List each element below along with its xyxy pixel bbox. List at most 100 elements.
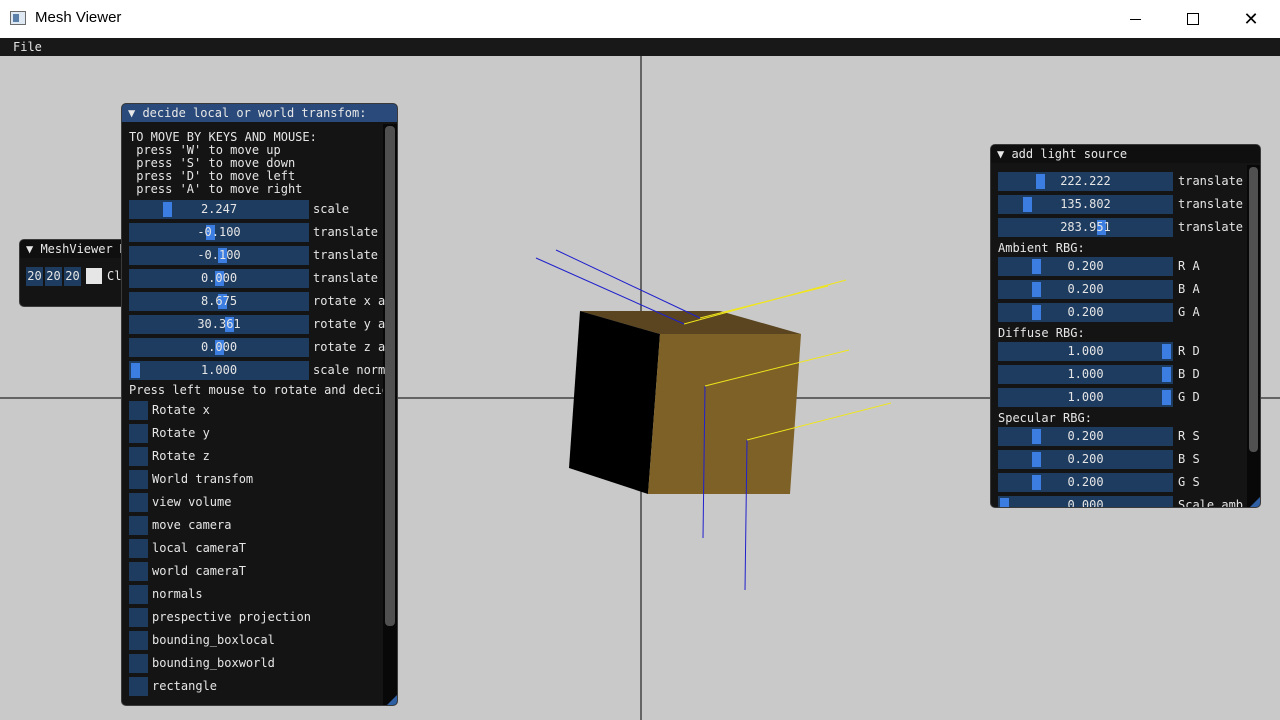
light-2-1-slider[interactable]: 0.200: [998, 450, 1173, 469]
slider-label: rotate z a: [313, 340, 386, 354]
slider-label: B D: [1178, 367, 1200, 381]
instruction-line: press 'S' to move down: [129, 156, 296, 170]
minimize-button[interactable]: [1106, 0, 1164, 38]
light-panel-title[interactable]: ▼ add light source: [991, 145, 1260, 163]
transform-5-slider[interactable]: 30.361: [129, 315, 309, 334]
color-swatch[interactable]: [86, 268, 102, 284]
light-panel-scrollbar[interactable]: [1247, 165, 1260, 507]
menu-file[interactable]: File: [13, 40, 42, 54]
light-0-0-slider[interactable]: 0.200: [998, 257, 1173, 276]
slider-label: G D: [1178, 390, 1200, 404]
checkbox-label: rectangle: [152, 679, 218, 693]
transform-3-slider[interactable]: 0.000: [129, 269, 309, 288]
slider-label: R D: [1178, 344, 1200, 358]
transform-1-slider[interactable]: -0.100: [129, 223, 309, 242]
checkbox-label: Rotate y: [152, 426, 210, 440]
light-ray-line: [699, 285, 829, 319]
checkbox[interactable]: [129, 516, 148, 535]
slider-value: 8.675: [200, 294, 238, 308]
checkbox[interactable]: [129, 608, 148, 627]
light-source-panel: ▼ add light source 222.222 translate 135.8…: [990, 144, 1261, 508]
app-icon: [10, 11, 26, 25]
transform-panel-scrollbar[interactable]: [383, 124, 397, 705]
resize-grip[interactable]: [387, 695, 397, 705]
window-title: Mesh Viewer: [35, 9, 122, 26]
cube-front-face: [648, 334, 801, 494]
slider-label: translate: [313, 248, 379, 262]
transform-7-slider[interactable]: 1.000: [129, 361, 309, 380]
light-0-2-slider[interactable]: 0.200: [998, 303, 1173, 322]
slider-value: 2.247: [200, 202, 238, 216]
checkbox[interactable]: [129, 401, 148, 420]
checkbox[interactable]: [129, 677, 148, 696]
checkbox[interactable]: [129, 562, 148, 581]
checkbox-label: bounding_boxlocal: [152, 633, 275, 647]
slider-value: 0.000: [200, 340, 238, 354]
color-b-field[interactable]: 20: [64, 267, 81, 286]
color-r-field[interactable]: 20: [26, 267, 43, 286]
checkbox[interactable]: [129, 631, 148, 650]
slider-label: rotate y a: [313, 317, 386, 331]
checkbox-label: prespective projection: [152, 610, 311, 624]
slider-value: 0.200: [1067, 282, 1104, 296]
section-heading: Specular RBG:: [998, 411, 1092, 425]
light-translate-2-slider[interactable]: 283.951: [998, 218, 1173, 237]
light-translate-1-slider[interactable]: 135.802: [998, 195, 1173, 214]
checkbox[interactable]: [129, 447, 148, 466]
checkbox[interactable]: [129, 539, 148, 558]
slider-label: Scale amb: [1178, 498, 1244, 508]
instruction-line: press 'W' to move up: [129, 143, 281, 157]
transform-4-slider[interactable]: 8.675: [129, 292, 309, 311]
slider-value: 1.000: [1067, 390, 1104, 404]
transform-0-slider[interactable]: 2.247: [129, 200, 309, 219]
slider-value: 0.000: [200, 271, 238, 285]
slider-value: 0.200: [1067, 475, 1104, 489]
transform-6-slider[interactable]: 0.000: [129, 338, 309, 357]
minimize-icon: [1129, 18, 1141, 20]
meshviewer-panel-title[interactable]: ▼ MeshViewer M: [20, 240, 130, 258]
slider-label: rotate x a: [313, 294, 386, 308]
light-2-2-slider[interactable]: 0.200: [998, 473, 1173, 492]
light-translate-0-slider[interactable]: 222.222: [998, 172, 1173, 191]
color-g-field[interactable]: 20: [45, 267, 62, 286]
checkbox[interactable]: [129, 493, 148, 512]
scrollbar-thumb[interactable]: [1249, 167, 1258, 452]
slider-value: 0.200: [1067, 259, 1104, 273]
slider-value: 0.200: [1067, 429, 1104, 443]
slider-label: translate: [313, 225, 379, 239]
viewport-3d[interactable]: ▼ MeshViewer M 20 20 20 Cl ▼ decide loca…: [0, 56, 1280, 720]
transform-2-slider[interactable]: -0.100: [129, 246, 309, 265]
light-0-1-slider[interactable]: 0.200: [998, 280, 1173, 299]
slider-label: R A: [1178, 259, 1200, 273]
slider-label: G A: [1178, 305, 1200, 319]
checkbox[interactable]: [129, 654, 148, 673]
checkbox-label: Rotate z: [152, 449, 210, 463]
slider-label: translate: [1178, 197, 1244, 211]
slider-value: 222.222: [1060, 174, 1111, 188]
light-1-0-slider[interactable]: 1.000: [998, 342, 1173, 361]
close-icon: ✕: [1243, 8, 1259, 30]
light-2-0-slider[interactable]: 0.200: [998, 427, 1173, 446]
slider-label: translate: [1178, 174, 1244, 188]
normal-line: [555, 249, 701, 319]
checkbox[interactable]: [129, 470, 148, 489]
resize-grip[interactable]: [1250, 497, 1260, 507]
light-1-2-slider[interactable]: 1.000: [998, 388, 1173, 407]
close-button[interactable]: ✕: [1222, 0, 1280, 38]
rotate-hint-text: Press left mouse to rotate and decid: [129, 383, 390, 397]
checkbox-label: move camera: [152, 518, 232, 532]
checkbox[interactable]: [129, 424, 148, 443]
slider-value: 1.000: [1067, 344, 1104, 358]
menu-bar: File: [0, 38, 1280, 56]
maximize-button[interactable]: [1164, 0, 1222, 38]
transform-panel-title[interactable]: ▼ decide local or world transfom:: [122, 104, 397, 122]
light-1-1-slider[interactable]: 1.000: [998, 365, 1173, 384]
slider-value: 135.802: [1060, 197, 1111, 211]
scrollbar-thumb[interactable]: [385, 126, 395, 626]
slider-label: scale norm: [313, 363, 386, 377]
checkbox-label: world cameraT: [152, 564, 246, 578]
meshviewer-panel: ▼ MeshViewer M 20 20 20 Cl: [19, 239, 131, 307]
checkbox-label: local cameraT: [152, 541, 246, 555]
checkbox[interactable]: [129, 585, 148, 604]
light-scale-amb-slider[interactable]: 0.000: [998, 496, 1173, 507]
